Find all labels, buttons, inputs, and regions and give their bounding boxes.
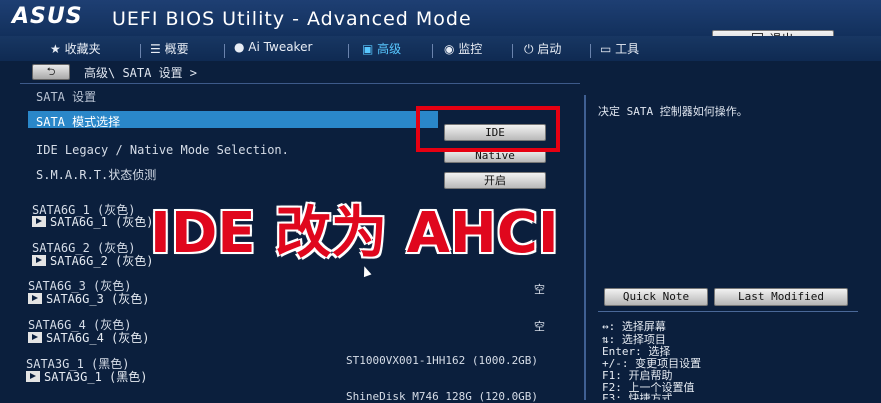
menu-bar: ★ 收藏夹 ☰ 概要 ● Ai Tweaker ▣ 高级 ◉ 监控 ⏻ 启动 ▭…	[0, 36, 881, 61]
port-value: 空	[534, 283, 545, 296]
smart-select[interactable]: 开启	[444, 172, 546, 189]
port-value: 空	[534, 320, 545, 333]
submenu-arrow-icon	[28, 332, 42, 343]
tab-ai-tweaker[interactable]: ● Ai Tweaker	[234, 40, 312, 54]
setting-label-smart[interactable]: S.M.A.R.T.状态侦测	[36, 166, 156, 183]
tab-tool[interactable]: ▭ 工具	[600, 40, 639, 57]
port-value: ShineDisk M746 128G (120.0GB)	[346, 390, 539, 403]
back-arrow-icon: ⮌	[46, 65, 56, 78]
tool-icon: ▭	[600, 42, 616, 56]
quick-note-button[interactable]: Quick Note	[604, 288, 708, 306]
port-sub[interactable]: SATA6G_2 (灰色)	[32, 252, 153, 269]
menu-separator	[348, 44, 349, 58]
tab-advanced[interactable]: ▣ 高级	[362, 40, 401, 57]
section-title: SATA 设置	[36, 90, 97, 104]
setting-label-ide-legacy[interactable]: IDE Legacy / Native Mode Selection.	[36, 143, 289, 157]
key-hint: F3: 快捷方式	[602, 392, 673, 400]
submenu-arrow-icon	[32, 216, 46, 227]
port-sub[interactable]: SATA6G_1 (灰色)	[32, 213, 153, 230]
tab-monitor[interactable]: ◉ 监控	[444, 40, 482, 57]
tweaker-icon: ●	[234, 40, 249, 54]
menu-separator	[590, 44, 591, 58]
app-title: UEFI BIOS Utility - Advanced Mode	[112, 8, 472, 30]
port-value: ST1000VX001-1HH162 (1000.2GB)	[346, 354, 539, 367]
tab-boot[interactable]: ⏻ 启动	[524, 40, 561, 57]
power-icon: ⏻	[524, 42, 538, 56]
breadcrumb: 高级\ SATA 设置 >	[84, 66, 198, 80]
menu-separator	[432, 44, 433, 58]
divider	[20, 83, 580, 84]
annotation-red-box	[416, 106, 560, 152]
port-sub[interactable]: SATA6G_3 (灰色)	[28, 290, 149, 307]
panel-divider	[584, 95, 586, 400]
monitor-icon: ◉	[444, 42, 459, 56]
back-button[interactable]: ⮌	[32, 64, 70, 80]
list-icon: ☰	[150, 42, 165, 56]
annotation-overlay-text: IDE 改为 AHCI	[150, 201, 559, 266]
submenu-arrow-icon	[28, 293, 42, 304]
last-modified-button[interactable]: Last Modified	[714, 288, 848, 306]
setting-label-sata-mode[interactable]: SATA 模式选择	[36, 113, 120, 130]
help-divider	[598, 311, 858, 312]
help-text: 决定 SATA 控制器如何操作。	[598, 105, 748, 118]
advanced-icon: ▣	[362, 42, 378, 56]
asus-logo: ASUS	[12, 4, 83, 29]
star-icon: ★	[50, 42, 65, 56]
port-sub[interactable]: SATA3G_1 (黑色)	[26, 368, 147, 385]
port-sub[interactable]: SATA6G_4 (灰色)	[28, 329, 149, 346]
menu-separator	[512, 44, 513, 58]
tab-main[interactable]: ☰ 概要	[150, 40, 189, 57]
tab-favorites[interactable]: ★ 收藏夹	[50, 40, 101, 57]
menu-separator	[140, 44, 141, 58]
submenu-arrow-icon	[26, 371, 40, 382]
submenu-arrow-icon	[32, 255, 46, 266]
menu-separator	[224, 44, 225, 58]
